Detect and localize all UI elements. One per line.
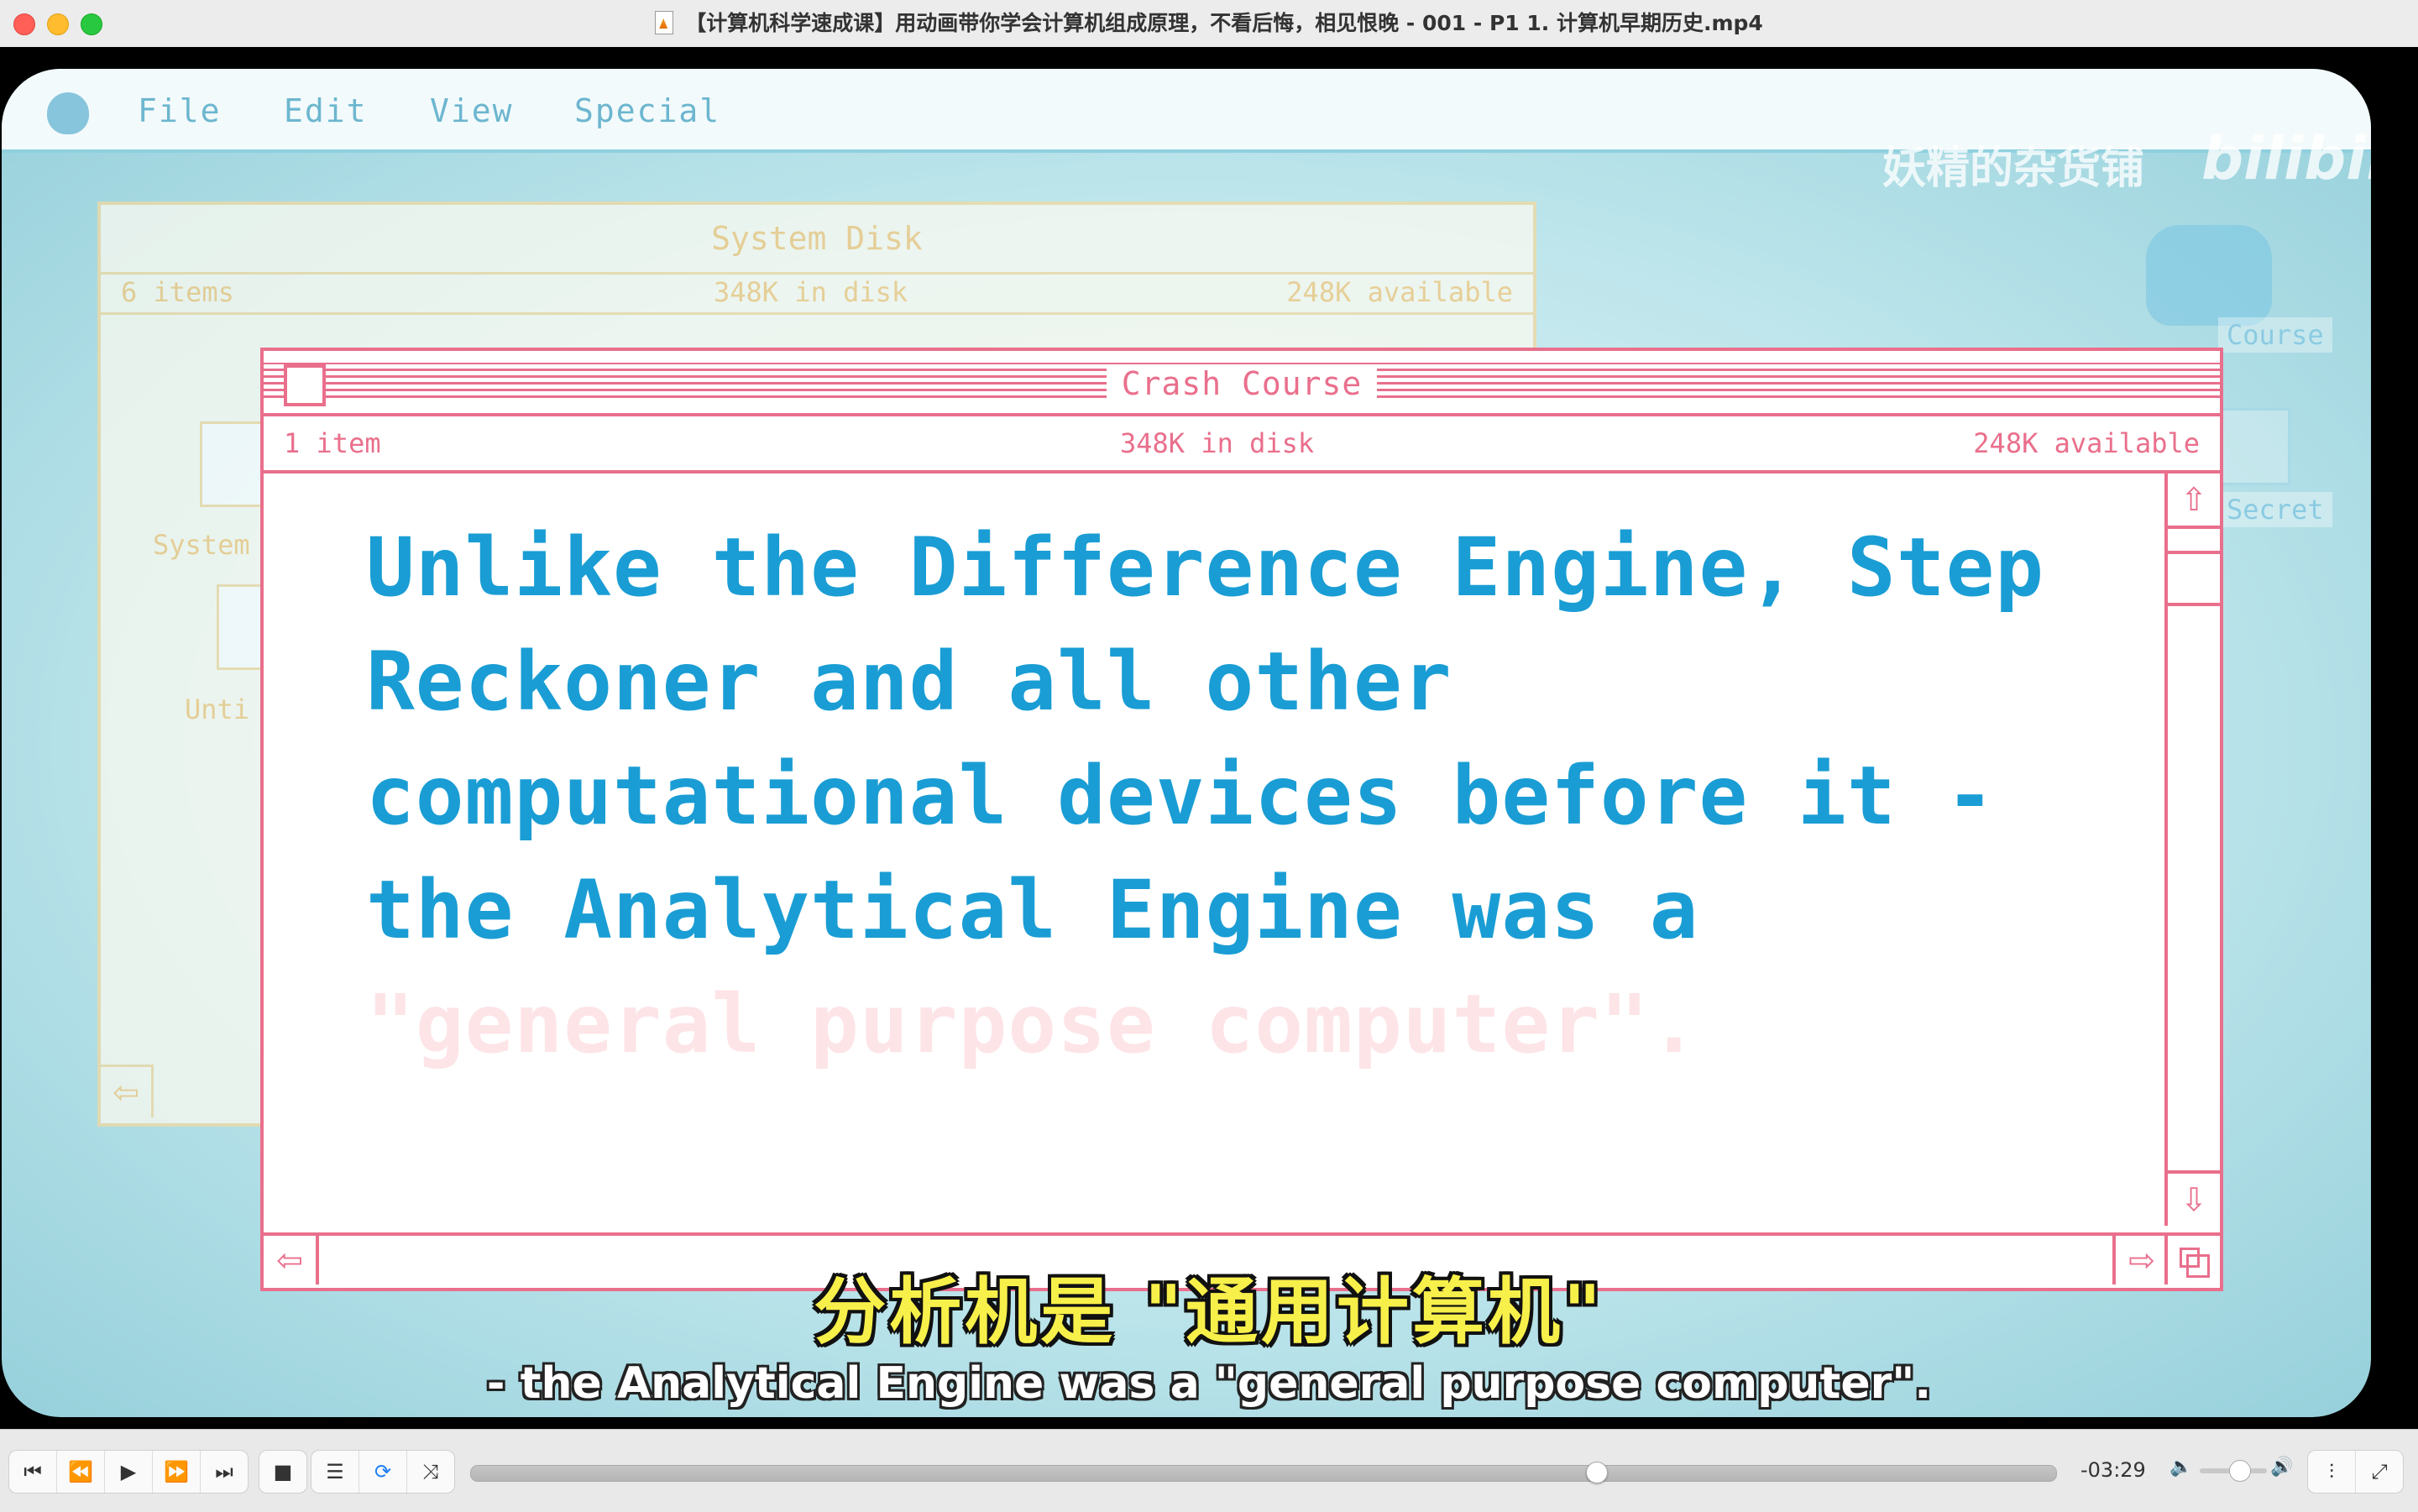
disk-available: 248K available (1973, 427, 2200, 459)
crash-course-info-bar: 1 item 348K in disk 248K available (264, 416, 2220, 473)
crash-course-title: Crash Course (1106, 365, 1378, 402)
volume-high-icon: 🔊 (2270, 1457, 2294, 1478)
menu-edit: Edit (284, 92, 368, 129)
bilibili-logo: bilibili (2201, 124, 2371, 193)
stop-button[interactable]: ■ (259, 1451, 306, 1493)
seek-bar[interactable] (470, 1465, 2057, 1482)
menu-special: Special (574, 92, 721, 129)
crash-course-window: Crash Course 1 item 348K in disk 248K av… (260, 348, 2223, 1291)
desktop-icon-label-course: Course (2218, 317, 2332, 353)
play-button[interactable]: ▶ (105, 1451, 153, 1493)
lesson-text: Unlike the Difference Engine, Step Recko… (366, 510, 2129, 1081)
folder-label: System (153, 529, 250, 561)
volume-handle[interactable] (2229, 1460, 2251, 1482)
rewind-button[interactable]: ⏪ (57, 1451, 105, 1493)
fast-forward-button[interactable]: ⏩ (153, 1451, 201, 1493)
window-content: Unlike the Difference Engine, Step Recko… (264, 473, 2164, 1226)
vertical-scrollbar: ⇧ ⇩ (2164, 473, 2220, 1226)
subtitle-english: - the Analytical Engine was a "general p… (486, 1358, 1932, 1409)
document-icon (655, 11, 674, 34)
volume-low-icon: 🔈 (2169, 1457, 2193, 1478)
disk-usage: 348K in disk (1120, 427, 1315, 459)
document-file-label: Unti (185, 693, 250, 725)
scroll-down-arrow-icon: ⇩ (2168, 1170, 2220, 1226)
loop-button[interactable]: ⟳ (359, 1451, 407, 1493)
shuffle-button[interactable]: ⤨ (407, 1451, 454, 1493)
background-window-title: System Disk (101, 205, 1533, 275)
window-title: 【计算机科学速成课】用动画带你学会计算机组成原理，不看后悔，相见恨晚 - 001… (0, 0, 2418, 47)
seek-handle[interactable] (1585, 1462, 1608, 1483)
playlist-controls: ☰ ⟳ ⤨ (311, 1450, 455, 1494)
lesson-text-faded: "general purpose computer". (366, 977, 1699, 1071)
fullscreen-button[interactable]: ⤢ (2356, 1451, 2403, 1493)
equalizer-button[interactable]: ⫶ (2308, 1451, 2356, 1493)
playlist-button[interactable]: ☰ (311, 1451, 359, 1493)
scroll-thumb (2168, 551, 2220, 606)
view-controls: ⫶ ⤢ (2307, 1450, 2404, 1494)
menu-view: View (430, 92, 514, 129)
transport-controls: ⏮ ⏪ ▶ ⏩ ⏭ (8, 1450, 249, 1494)
background-window-info: 6 items 348K in disk 248K available (101, 272, 1533, 315)
window-title-text: 【计算机科学速成课】用动画带你学会计算机组成原理，不看后悔，相见恨晚 - 001… (685, 11, 1763, 35)
time-remaining[interactable]: -03:29 (2080, 1458, 2146, 1482)
crash-course-titlebar: Crash Course (264, 351, 2220, 416)
next-track-button[interactable]: ⏭ (201, 1451, 248, 1493)
scroll-left-arrow-icon: ⇦ (101, 1065, 154, 1117)
desktop-icon-label-secret: Secret (2218, 492, 2332, 527)
menu-file: File (138, 92, 222, 129)
apple-logo-icon (47, 92, 89, 134)
scroll-up-arrow-icon: ⇧ (2168, 473, 2220, 529)
previous-track-button[interactable]: ⏮ (9, 1451, 57, 1493)
secret-file-icon (2218, 408, 2290, 485)
bird-mascot-icon (2146, 225, 2272, 326)
background-available: 248K available (1286, 276, 1513, 308)
video-frame[interactable]: File Edit View Special 妖精的杂货铺 bilibili S… (0, 47, 2418, 1429)
background-disk-usage: 348K in disk (714, 276, 908, 308)
window-titlebar: 【计算机科学速成课】用动画带你学会计算机组成原理，不看后悔，相见恨晚 - 001… (0, 0, 2418, 48)
background-item-count: 6 items (121, 276, 234, 308)
stop-group: ■ (259, 1450, 307, 1494)
lesson-text-visible: Unlike the Difference Engine, Step Recko… (366, 521, 2045, 957)
player-controls: ⏮ ⏪ ▶ ⏩ ⏭ ■ ☰ ⟳ ⤨ -03:29 🔈 🔊 ⫶ ⤢ (0, 1429, 2418, 1512)
retro-screen: File Edit View Special 妖精的杂货铺 bilibili S… (2, 69, 2371, 1417)
subtitle-chinese: 分析机是 "通用计算机" (814, 1270, 1604, 1354)
item-count: 1 item (284, 427, 381, 459)
uploader-watermark: 妖精的杂货铺 (1882, 144, 2145, 194)
